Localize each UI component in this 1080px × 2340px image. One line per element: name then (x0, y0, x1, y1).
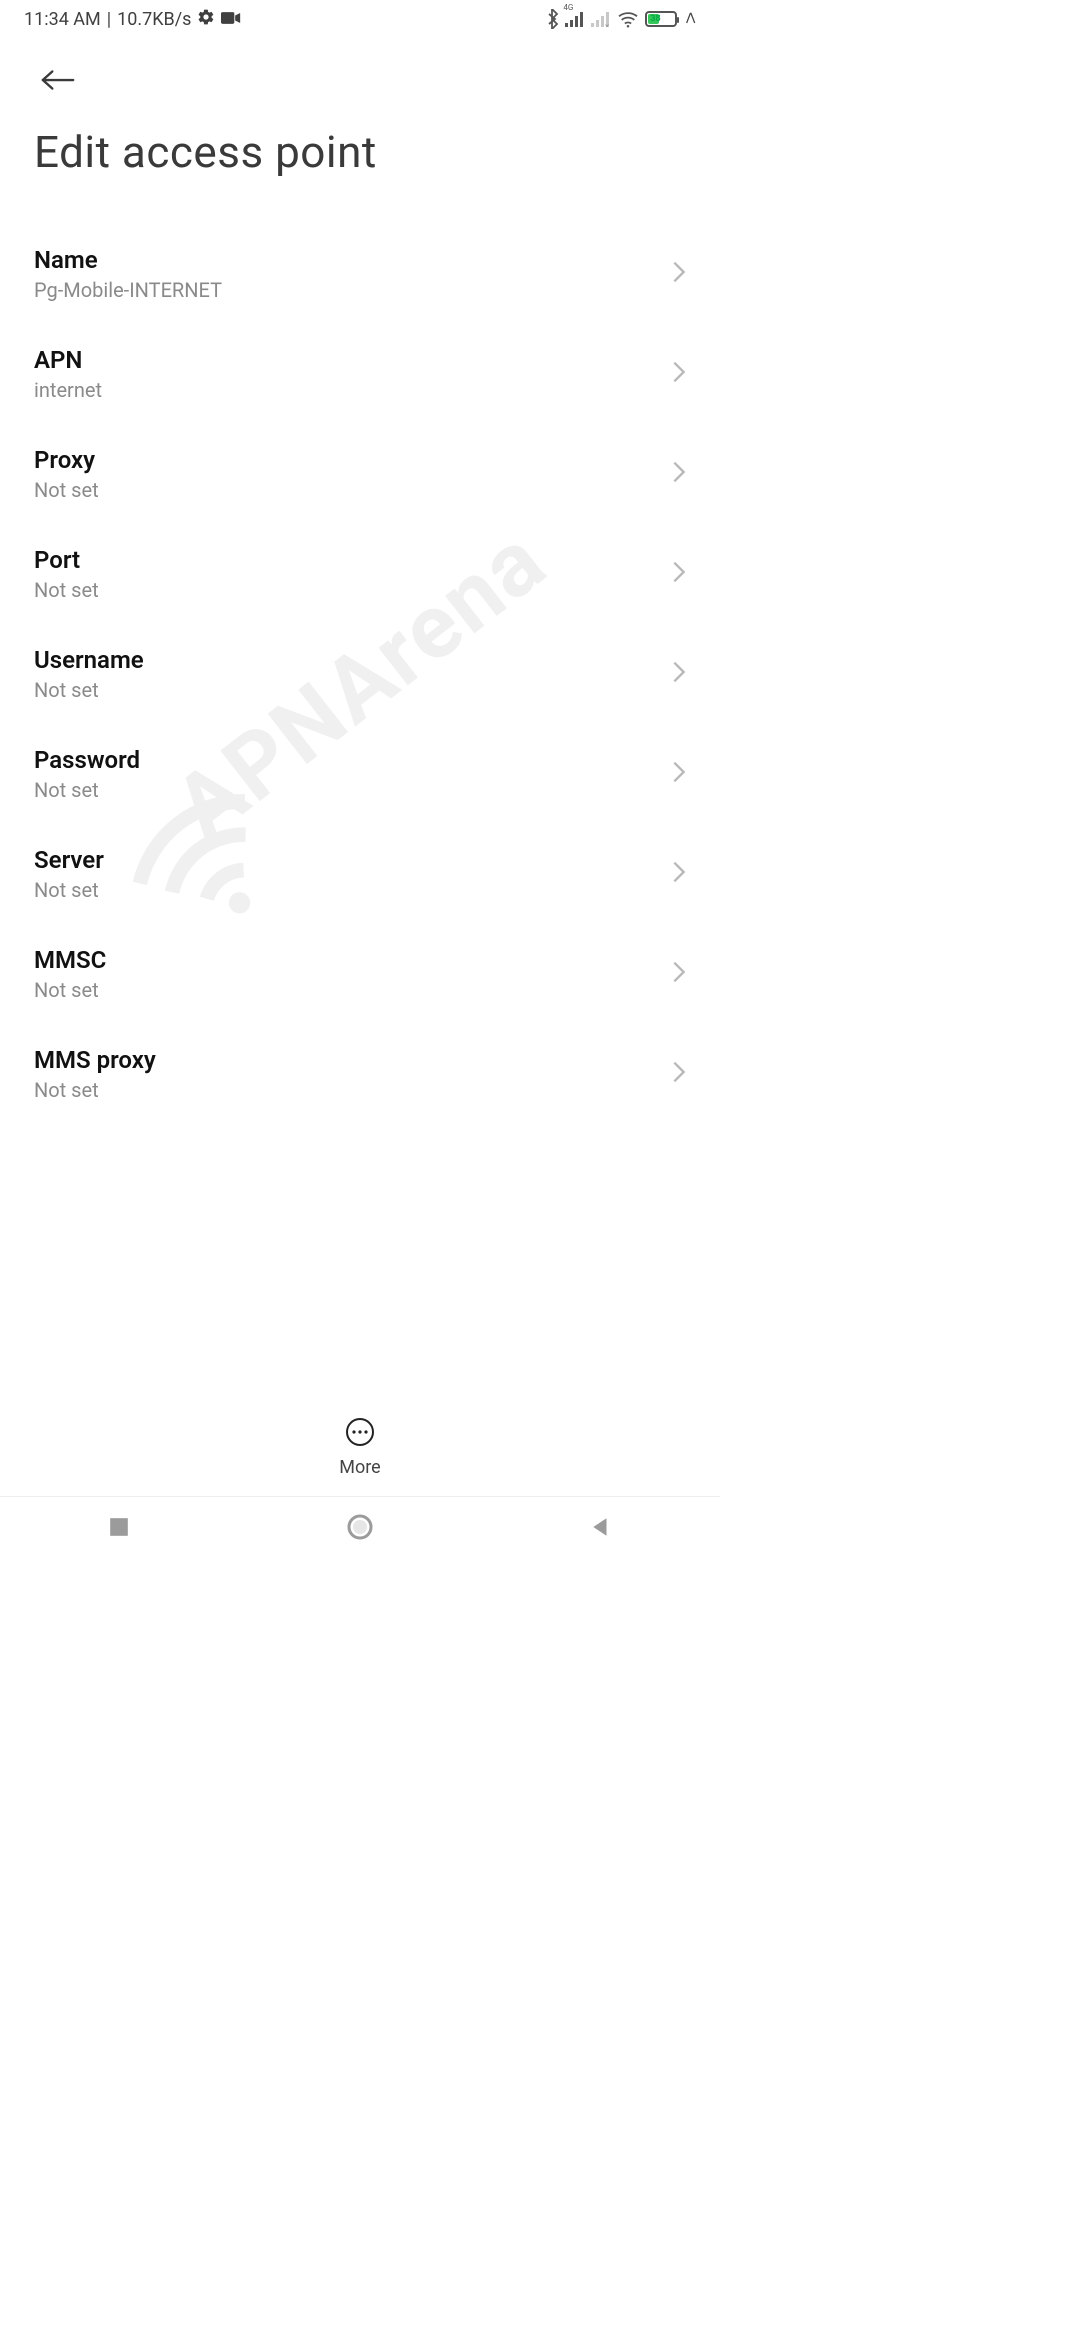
row-port[interactable]: Port Not set (0, 524, 720, 624)
nav-recent-button[interactable] (108, 1516, 130, 1542)
row-name[interactable]: Name Pg-Mobile-INTERNET (0, 224, 720, 324)
row-value: Not set (34, 578, 99, 602)
cellular-signal-1-icon: 4G (565, 11, 585, 27)
row-label: Username (34, 646, 144, 674)
settings-gear-icon (197, 8, 215, 31)
status-bar: 11:34 AM | 10.7KB/s 4G x (0, 0, 720, 34)
battery-percent: 38 (650, 14, 660, 24)
row-mms-proxy[interactable]: MMS proxy Not set (0, 1024, 720, 1124)
status-time: 11:34 AM (24, 9, 101, 30)
more-label: More (339, 1457, 380, 1478)
row-value: Not set (34, 878, 104, 902)
row-proxy[interactable]: Proxy Not set (0, 424, 720, 524)
bottom-dock: More (0, 1404, 720, 1488)
row-value: Pg-Mobile-INTERNET (34, 278, 222, 302)
chevron-right-icon (672, 460, 686, 488)
chevron-right-icon (672, 960, 686, 988)
row-server[interactable]: Server Not set (0, 824, 720, 924)
row-label: APN (34, 346, 102, 374)
row-label: MMSC (34, 946, 106, 974)
bluetooth-icon (545, 9, 559, 29)
row-username[interactable]: Username Not set (0, 624, 720, 724)
row-value: Not set (34, 778, 140, 802)
row-mmsc[interactable]: MMSC Not set (0, 924, 720, 1024)
cellular-signal-2-icon: x (591, 11, 611, 27)
status-divider: | (107, 9, 111, 30)
back-button[interactable] (34, 56, 82, 104)
row-password[interactable]: Password Not set (0, 724, 720, 824)
chevron-right-icon (672, 660, 686, 688)
apn-settings-list: Name Pg-Mobile-INTERNET APN internet Pro… (0, 224, 720, 1124)
row-value: Not set (34, 678, 144, 702)
chevron-right-icon (672, 360, 686, 388)
battery-icon: 38 (645, 11, 677, 27)
nav-home-button[interactable] (346, 1513, 374, 1545)
row-label: Name (34, 246, 222, 274)
row-label: Port (34, 546, 99, 574)
more-button[interactable]: More (339, 1405, 380, 1488)
row-apn[interactable]: APN internet (0, 324, 720, 424)
chevron-right-icon (672, 760, 686, 788)
row-value: internet (34, 378, 102, 402)
system-nav-bar (0, 1496, 720, 1560)
row-value: Not set (34, 1078, 156, 1102)
video-camera-icon (221, 9, 241, 30)
row-value: Not set (34, 978, 106, 1002)
row-label: Server (34, 846, 104, 874)
more-icon (345, 1417, 375, 1451)
row-label: MMS proxy (34, 1046, 156, 1074)
row-label: Password (34, 746, 140, 774)
row-value: Not set (34, 478, 99, 502)
wifi-icon (617, 10, 639, 28)
charging-bolt-icon: 𐌡 (685, 11, 696, 27)
network-type-label: 4G (563, 3, 573, 12)
chevron-right-icon (672, 260, 686, 288)
chevron-right-icon (672, 860, 686, 888)
svg-text:x: x (605, 22, 609, 27)
page-title: Edit access point (34, 126, 686, 178)
nav-back-button[interactable] (590, 1516, 612, 1542)
chevron-right-icon (672, 560, 686, 588)
row-label: Proxy (34, 446, 99, 474)
status-net-speed: 10.7KB/s (117, 9, 191, 30)
chevron-right-icon (672, 1060, 686, 1088)
